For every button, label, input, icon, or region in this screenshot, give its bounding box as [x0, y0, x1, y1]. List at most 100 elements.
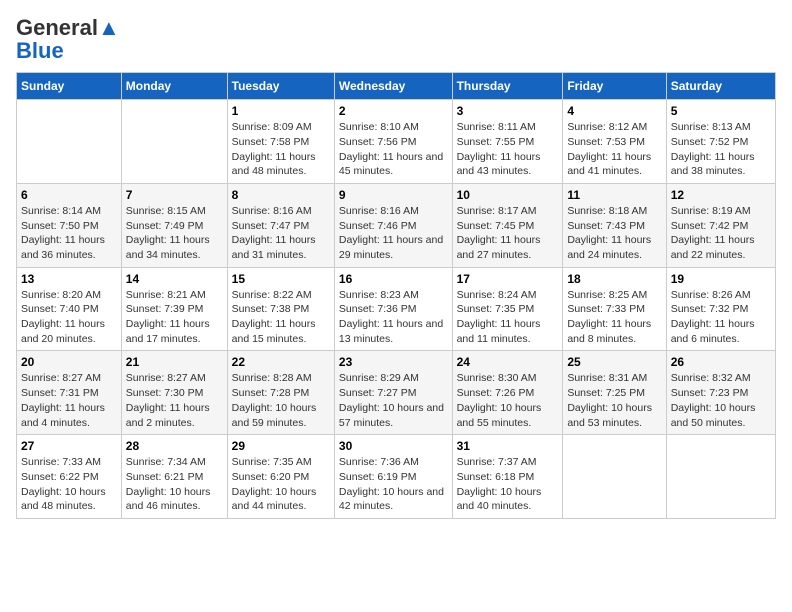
day-info: Sunset: 7:53 PM — [567, 135, 661, 150]
day-info: Daylight: 11 hours and 11 minutes. — [457, 317, 559, 346]
day-number: 29 — [232, 439, 330, 453]
day-info: Daylight: 11 hours and 41 minutes. — [567, 150, 661, 179]
day-number: 8 — [232, 188, 330, 202]
calendar-cell: 14Sunrise: 8:21 AMSunset: 7:39 PMDayligh… — [121, 267, 227, 351]
day-info: Sunset: 7:39 PM — [126, 302, 223, 317]
calendar-header-row: SundayMondayTuesdayWednesdayThursdayFrid… — [17, 73, 776, 100]
day-info: Daylight: 11 hours and 24 minutes. — [567, 233, 661, 262]
day-number: 11 — [567, 188, 661, 202]
day-info: Sunset: 7:58 PM — [232, 135, 330, 150]
day-number: 20 — [21, 355, 117, 369]
day-info: Daylight: 11 hours and 6 minutes. — [671, 317, 771, 346]
page-header: General▲ Blue — [16, 16, 776, 62]
day-info: Daylight: 11 hours and 34 minutes. — [126, 233, 223, 262]
day-info: Sunset: 7:31 PM — [21, 386, 117, 401]
calendar-cell: 22Sunrise: 8:28 AMSunset: 7:28 PMDayligh… — [227, 351, 334, 435]
day-number: 2 — [339, 104, 448, 118]
day-info: Sunrise: 8:23 AM — [339, 288, 448, 303]
day-number: 10 — [457, 188, 559, 202]
day-info: Daylight: 11 hours and 22 minutes. — [671, 233, 771, 262]
day-info: Sunset: 7:27 PM — [339, 386, 448, 401]
day-info: Daylight: 11 hours and 20 minutes. — [21, 317, 117, 346]
day-number: 9 — [339, 188, 448, 202]
day-info: Sunset: 7:26 PM — [457, 386, 559, 401]
day-info: Sunrise: 8:16 AM — [339, 204, 448, 219]
calendar-cell: 7Sunrise: 8:15 AMSunset: 7:49 PMDaylight… — [121, 183, 227, 267]
calendar-cell: 26Sunrise: 8:32 AMSunset: 7:23 PMDayligh… — [666, 351, 775, 435]
calendar-cell — [666, 435, 775, 519]
calendar-cell: 10Sunrise: 8:17 AMSunset: 7:45 PMDayligh… — [452, 183, 563, 267]
day-number: 3 — [457, 104, 559, 118]
calendar-cell: 5Sunrise: 8:13 AMSunset: 7:52 PMDaylight… — [666, 100, 775, 184]
day-info: Daylight: 11 hours and 43 minutes. — [457, 150, 559, 179]
day-info: Sunrise: 8:20 AM — [21, 288, 117, 303]
day-number: 18 — [567, 272, 661, 286]
day-info: Sunset: 6:18 PM — [457, 470, 559, 485]
calendar-cell: 16Sunrise: 8:23 AMSunset: 7:36 PMDayligh… — [334, 267, 452, 351]
day-info: Sunset: 7:35 PM — [457, 302, 559, 317]
day-number: 22 — [232, 355, 330, 369]
day-info: Daylight: 11 hours and 45 minutes. — [339, 150, 448, 179]
calendar-cell: 12Sunrise: 8:19 AMSunset: 7:42 PMDayligh… — [666, 183, 775, 267]
day-number: 17 — [457, 272, 559, 286]
day-info: Sunrise: 8:25 AM — [567, 288, 661, 303]
day-info: Sunset: 7:28 PM — [232, 386, 330, 401]
day-info: Sunset: 6:20 PM — [232, 470, 330, 485]
day-info: Daylight: 10 hours and 44 minutes. — [232, 485, 330, 514]
day-info: Sunrise: 8:24 AM — [457, 288, 559, 303]
header-friday: Friday — [563, 73, 666, 100]
day-info: Sunrise: 8:18 AM — [567, 204, 661, 219]
day-info: Sunrise: 8:32 AM — [671, 371, 771, 386]
day-info: Daylight: 11 hours and 17 minutes. — [126, 317, 223, 346]
day-info: Sunrise: 8:27 AM — [21, 371, 117, 386]
calendar-cell: 13Sunrise: 8:20 AMSunset: 7:40 PMDayligh… — [17, 267, 122, 351]
day-number: 6 — [21, 188, 117, 202]
calendar-cell: 11Sunrise: 8:18 AMSunset: 7:43 PMDayligh… — [563, 183, 666, 267]
day-info: Sunset: 7:38 PM — [232, 302, 330, 317]
day-info: Sunrise: 8:21 AM — [126, 288, 223, 303]
calendar-cell: 6Sunrise: 8:14 AMSunset: 7:50 PMDaylight… — [17, 183, 122, 267]
day-info: Daylight: 11 hours and 31 minutes. — [232, 233, 330, 262]
day-info: Daylight: 11 hours and 29 minutes. — [339, 233, 448, 262]
calendar-week-5: 27Sunrise: 7:33 AMSunset: 6:22 PMDayligh… — [17, 435, 776, 519]
day-info: Daylight: 11 hours and 8 minutes. — [567, 317, 661, 346]
calendar-cell: 18Sunrise: 8:25 AMSunset: 7:33 PMDayligh… — [563, 267, 666, 351]
day-number: 25 — [567, 355, 661, 369]
day-number: 28 — [126, 439, 223, 453]
day-info: Sunrise: 7:36 AM — [339, 455, 448, 470]
day-info: Sunrise: 8:22 AM — [232, 288, 330, 303]
day-info: Daylight: 10 hours and 42 minutes. — [339, 485, 448, 514]
day-info: Sunrise: 8:14 AM — [21, 204, 117, 219]
calendar-cell: 8Sunrise: 8:16 AMSunset: 7:47 PMDaylight… — [227, 183, 334, 267]
calendar-week-3: 13Sunrise: 8:20 AMSunset: 7:40 PMDayligh… — [17, 267, 776, 351]
day-info: Sunset: 7:25 PM — [567, 386, 661, 401]
day-info: Sunrise: 8:09 AM — [232, 120, 330, 135]
day-number: 7 — [126, 188, 223, 202]
calendar-table: SundayMondayTuesdayWednesdayThursdayFrid… — [16, 72, 776, 519]
header-wednesday: Wednesday — [334, 73, 452, 100]
calendar-cell: 21Sunrise: 8:27 AMSunset: 7:30 PMDayligh… — [121, 351, 227, 435]
day-info: Sunset: 7:55 PM — [457, 135, 559, 150]
day-info: Sunrise: 8:30 AM — [457, 371, 559, 386]
day-info: Sunset: 7:36 PM — [339, 302, 448, 317]
calendar-cell: 25Sunrise: 8:31 AMSunset: 7:25 PMDayligh… — [563, 351, 666, 435]
day-info: Sunset: 7:56 PM — [339, 135, 448, 150]
day-info: Daylight: 10 hours and 46 minutes. — [126, 485, 223, 514]
calendar-cell: 2 Sunrise: 8:10 AMSunset: 7:56 PMDaylight… — [334, 100, 452, 184]
day-info: Daylight: 11 hours and 36 minutes. — [21, 233, 117, 262]
calendar-cell: 1Sunrise: 8:09 AMSunset: 7:58 PMDaylight… — [227, 100, 334, 184]
calendar-cell: 9Sunrise: 8:16 AMSunset: 7:46 PMDaylight… — [334, 183, 452, 267]
day-info: Sunset: 7:47 PM — [232, 219, 330, 234]
day-info: Sunset: 7:32 PM — [671, 302, 771, 317]
day-info: Sunrise: 8:26 AM — [671, 288, 771, 303]
calendar-cell: 17 Sunrise: 8:24 AMSunset: 7:35 PMDayligh… — [452, 267, 563, 351]
day-info: Sunrise: 8:27 AM — [126, 371, 223, 386]
day-info: Daylight: 11 hours and 27 minutes. — [457, 233, 559, 262]
calendar-cell: 23Sunrise: 8:29 AMSunset: 7:27 PMDayligh… — [334, 351, 452, 435]
day-number: 30 — [339, 439, 448, 453]
header-monday: Monday — [121, 73, 227, 100]
day-info: Daylight: 10 hours and 48 minutes. — [21, 485, 117, 514]
day-info: Sunrise: 8:15 AM — [126, 204, 223, 219]
day-number: 21 — [126, 355, 223, 369]
day-info: Sunrise: 8:10 AM — [339, 120, 448, 135]
